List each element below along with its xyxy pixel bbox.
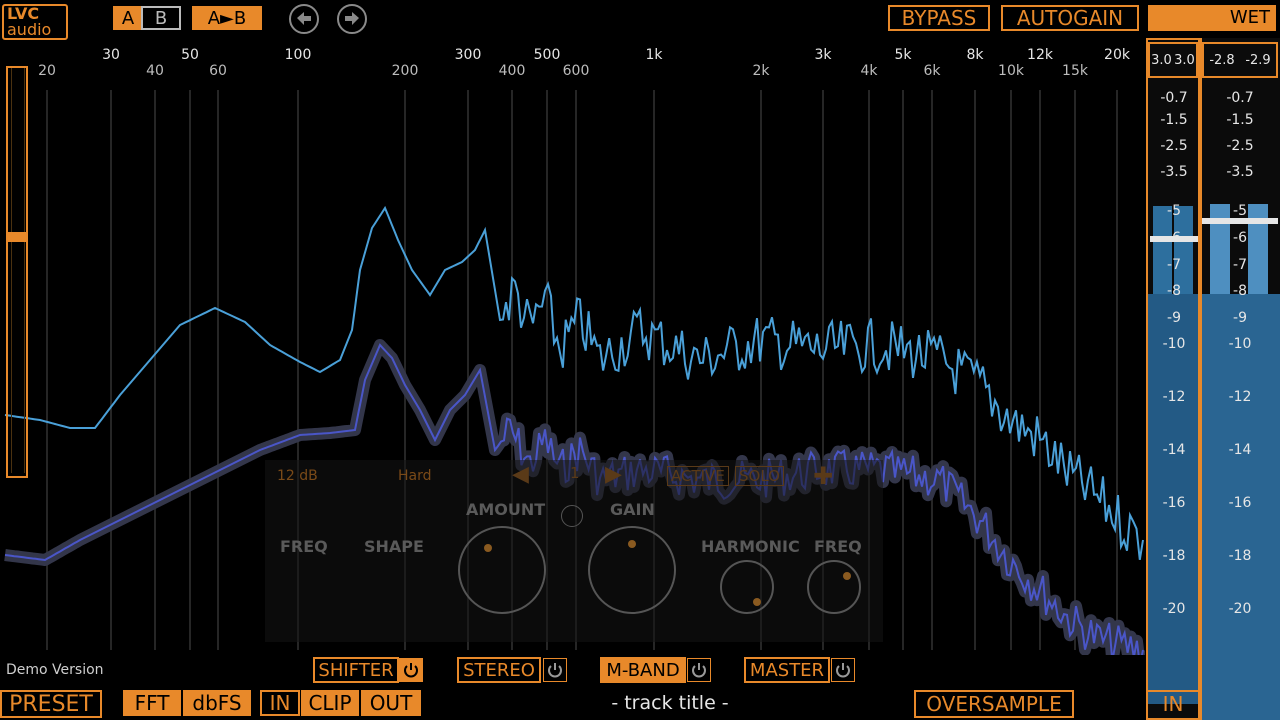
fft-button[interactable]: FFT <box>123 690 181 716</box>
out-peak-box: -2.8 -2.9 <box>1202 42 1278 78</box>
meter-scale-label: -9 <box>1233 310 1247 326</box>
master-power-icon[interactable] <box>831 658 855 682</box>
in-peak-right: 3.0 <box>1174 52 1195 68</box>
meter-scale-label: -20 <box>1162 601 1186 617</box>
shifter-power-icon[interactable] <box>399 658 423 682</box>
meter-scale-label: -3.5 <box>1226 164 1254 180</box>
meter-scale-label: -16 <box>1162 495 1186 511</box>
meter-scale-label: -20 <box>1228 601 1252 617</box>
m-band-power-icon[interactable] <box>687 658 711 682</box>
meter-scale-label: -14 <box>1162 442 1186 458</box>
meter-scale-label: -5 <box>1233 203 1247 219</box>
input-gain-fill <box>11 68 25 473</box>
track-title: - track title - <box>611 692 729 714</box>
shifter-panel: 12 dB Hard FREQ SHAPE AMOUNT GAIN HARMON… <box>265 460 883 642</box>
meter-scale-label: -1.5 <box>1226 112 1254 128</box>
meter-scale-label: -7 <box>1167 257 1181 273</box>
active-button[interactable]: ACTIVE <box>667 466 729 486</box>
gain-label: GAIN <box>610 500 655 519</box>
meter-scale-label: -9 <box>1167 310 1181 326</box>
harmonic-knob[interactable] <box>720 560 774 614</box>
out-view-button[interactable]: OUT <box>361 690 421 716</box>
meter-scale-label: -18 <box>1228 548 1252 564</box>
freq-label: FREQ <box>280 537 328 556</box>
meter-scale-label: -2.5 <box>1226 138 1254 154</box>
demo-version-text: Demo Version <box>6 662 104 678</box>
out-peak-right: -2.9 <box>1245 52 1271 68</box>
meter-scale-label: -2.5 <box>1160 138 1188 154</box>
stereo-power-icon[interactable] <box>543 658 567 682</box>
meter-scale-label: -10 <box>1228 336 1252 352</box>
level-meters: 3.0 3.0 -2.8 -2.9 IN -0.7 -0.7 -1.5 -1.5 -2.… <box>1146 38 1280 720</box>
input-gain-slider[interactable] <box>6 66 28 478</box>
meter-scale-label: -8 <box>1167 283 1181 299</box>
shifter-button[interactable]: SHIFTER <box>313 657 399 683</box>
preset-button[interactable]: PRESET <box>0 690 102 718</box>
input-gain-handle[interactable] <box>8 232 26 242</box>
meter-scale-label: -8 <box>1233 283 1247 299</box>
wet-slider[interactable]: WET <box>1148 5 1276 31</box>
stereo-button[interactable]: STEREO <box>457 657 541 683</box>
shape-label: SHAPE <box>364 537 424 556</box>
meter-scale-label: -6 <box>1233 230 1247 246</box>
meter-scale-label: -6 <box>1167 230 1181 246</box>
meter-scale-label: -14 <box>1228 442 1252 458</box>
wet-label: WET <box>1229 7 1270 28</box>
gain-knob[interactable] <box>588 526 676 614</box>
freq-knob[interactable] <box>807 560 861 614</box>
meter-scale-label: -16 <box>1228 495 1252 511</box>
band-number: 1 <box>570 464 580 482</box>
in-view-button[interactable]: IN <box>260 690 300 716</box>
meter-scale-label: -18 <box>1162 548 1186 564</box>
meter-scale-label: -12 <box>1228 389 1252 405</box>
clip-view-button[interactable]: CLIP <box>301 690 359 716</box>
master-button[interactable]: MASTER <box>744 657 830 683</box>
meter-scale-label: -0.7 <box>1226 90 1254 106</box>
meter-scale-label: -0.7 <box>1160 90 1188 106</box>
meter-scale-label: -5 <box>1167 203 1181 219</box>
in-peak-left: 3.0 <box>1151 52 1172 68</box>
out-peak-left: -2.8 <box>1209 52 1235 68</box>
band-right-arrow-icon[interactable]: ▶ <box>605 462 622 487</box>
meter-scale-label: -7 <box>1233 257 1247 273</box>
db-readout: 12 dB <box>277 468 318 484</box>
link-knob[interactable] <box>561 505 583 527</box>
freq2-label: FREQ <box>814 537 862 556</box>
in-peak-box: 3.0 3.0 <box>1148 42 1198 78</box>
m-band-button[interactable]: M-BAND <box>600 657 686 683</box>
meter-scale-label: -12 <box>1162 389 1186 405</box>
meter-scale-label: -1.5 <box>1160 112 1188 128</box>
dbfs-button[interactable]: dbFS <box>183 690 251 716</box>
oversample-button[interactable]: OVERSAMPLE <box>914 690 1074 718</box>
meter-scale-label: -3.5 <box>1160 164 1188 180</box>
meter-scale-label: -10 <box>1162 336 1186 352</box>
amount-label: AMOUNT <box>466 500 546 519</box>
harmonic-label: HARMONIC <box>701 537 800 556</box>
in-meter-label: IN <box>1148 690 1198 720</box>
shape-readout: Hard <box>398 468 432 484</box>
amount-knob[interactable] <box>458 526 546 614</box>
band-left-arrow-icon[interactable]: ◀ <box>512 462 529 487</box>
solo-button[interactable]: SOLO <box>735 466 784 486</box>
band-add-icon[interactable]: ✚ <box>813 462 833 490</box>
